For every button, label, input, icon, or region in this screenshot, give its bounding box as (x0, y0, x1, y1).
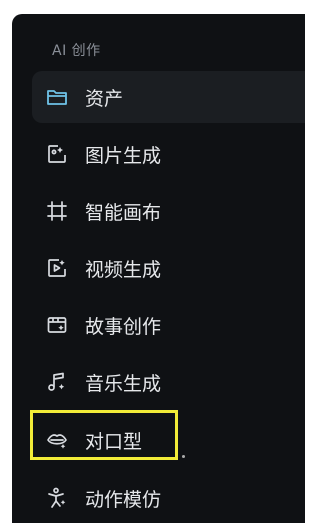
section-title: AI 创作 (52, 43, 101, 59)
sidebar-item-label: 动作模仿 (85, 488, 162, 511)
cursor-dot (182, 455, 185, 458)
sidebar-item-label: 故事创作 (85, 315, 162, 338)
crop-frame-icon (46, 200, 68, 222)
music-note-icon (46, 371, 68, 393)
folder-icon (46, 86, 68, 108)
sidebar-panel: AI 创作 资产 图片生成 智能画布 视频生成 故事创作 音乐生成 对口型 动作… (12, 14, 305, 523)
storyboard-icon (46, 314, 68, 336)
sidebar-item-assets[interactable]: 资产 (32, 71, 305, 123)
motion-figure-icon (46, 487, 68, 509)
sidebar-item-label: 视频生成 (85, 258, 162, 281)
sidebar-item-label: 图片生成 (85, 144, 162, 167)
sidebar-item-label: 对口型 (85, 430, 143, 453)
lip-sync-icon (46, 429, 68, 451)
sidebar-item-video-generation[interactable]: 视频生成 (32, 242, 305, 294)
sidebar-item-smart-canvas[interactable]: 智能画布 (32, 185, 305, 237)
sidebar-item-label: 资产 (85, 87, 124, 110)
video-sparkle-icon (46, 257, 68, 279)
sidebar-item-motion-imitation[interactable]: 动作模仿 (32, 472, 305, 523)
image-sparkle-icon (46, 143, 68, 165)
sidebar-item-music-generation[interactable]: 音乐生成 (32, 356, 305, 408)
sidebar-item-image-generation[interactable]: 图片生成 (32, 128, 305, 180)
sidebar-item-story-creation[interactable]: 故事创作 (32, 299, 305, 351)
sidebar-item-label: 智能画布 (85, 201, 162, 224)
sidebar-item-lip-sync[interactable]: 对口型 (32, 414, 305, 466)
sidebar-item-label: 音乐生成 (85, 372, 162, 395)
